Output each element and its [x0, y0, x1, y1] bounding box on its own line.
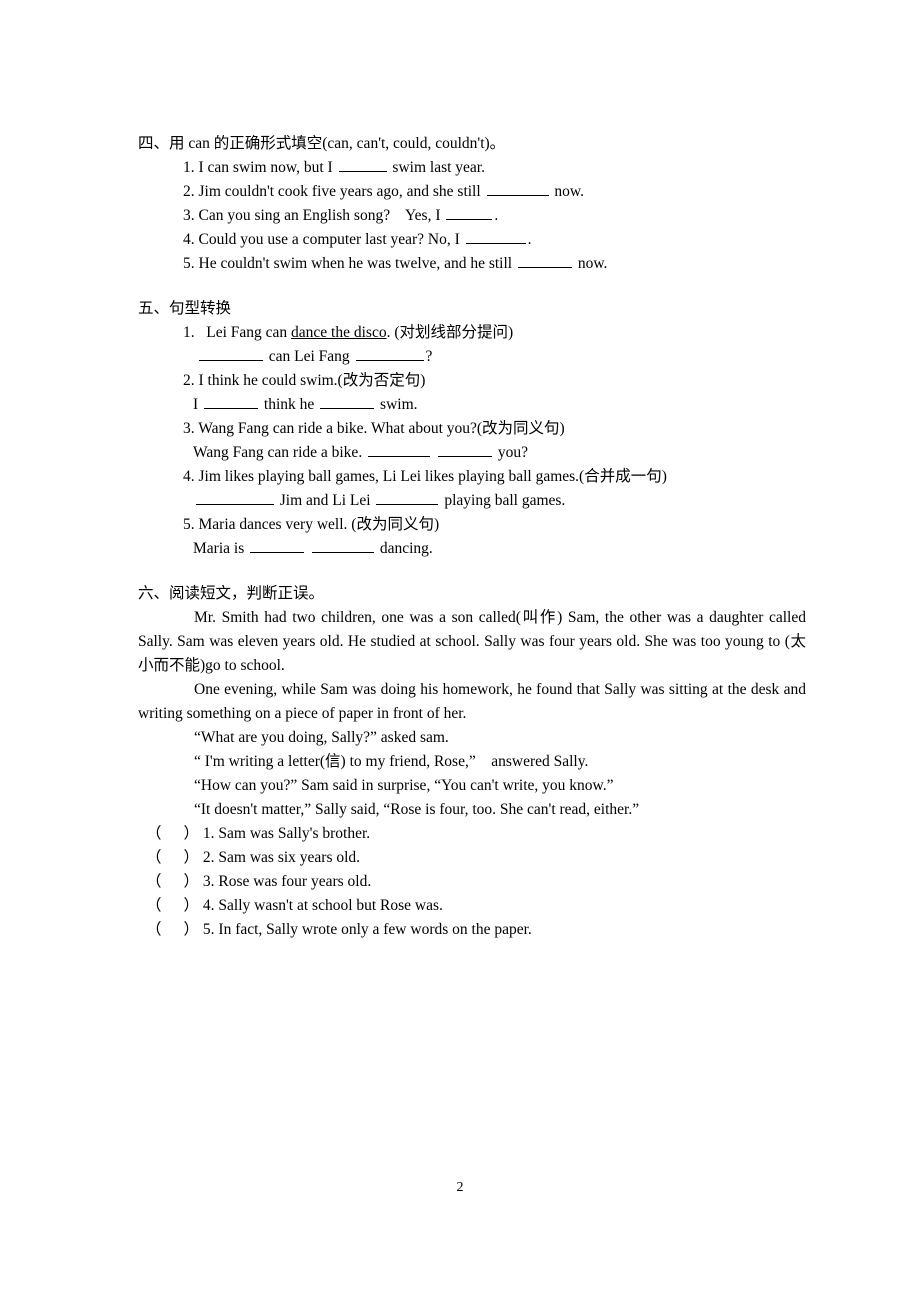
item-text-mid — [432, 444, 436, 461]
true-false-text: 2. Sam was six years old. — [202, 849, 361, 866]
item-text-pre: 3. Can you sing an English song? Yes, I — [183, 207, 445, 224]
reading-quote-1: “What are you doing, Sally?” asked sam. — [194, 729, 449, 746]
answer-blank[interactable] — [486, 181, 549, 196]
true-false-text: 4. Sally wasn't at school but Rose was. — [202, 897, 443, 914]
underlined-phrase: dance the disco — [291, 324, 387, 341]
true-false-row: （ ） 3. Rose was four years old. — [138, 870, 806, 894]
item-text-pre: I — [193, 396, 203, 413]
document-content: 四、用 can 的正确形式填空(can, can't, could, could… — [138, 132, 806, 942]
section-five-item-4-line2: Jim and Li Lei playing ball games. — [138, 489, 806, 513]
answer-blank[interactable] — [320, 394, 375, 409]
answer-paren-open[interactable]: （ — [146, 846, 162, 870]
worksheet-page: 四、用 can 的正确形式填空(can, can't, could, could… — [0, 0, 920, 1302]
answer-blank[interactable] — [195, 490, 274, 505]
answer-paren-open[interactable]: （ — [146, 822, 162, 846]
section-four-item-2: 2. Jim couldn't cook five years ago, and… — [138, 180, 806, 204]
section-four-item-5: 5. He couldn't swim when he was twelve, … — [138, 252, 806, 276]
true-false-row: （ ） 2. Sam was six years old. — [138, 846, 806, 870]
section-five-item-4-line1: 4. Jim likes playing ball games, Li Lei … — [183, 468, 667, 485]
reading-paragraph-2: One evening, while Sam was doing his hom… — [138, 681, 806, 722]
answer-blank[interactable] — [204, 394, 259, 409]
answer-blank[interactable] — [311, 538, 374, 553]
item-text-post: swim. — [376, 396, 418, 413]
true-false-row: （ ） 4. Sally wasn't at school but Rose wa… — [138, 894, 806, 918]
item-text-pre: 2. Jim couldn't cook five years ago, and… — [183, 183, 485, 200]
item-text-pre — [193, 348, 197, 365]
section-six: 六、阅读短文，判断正误。 Mr. Smith had two children,… — [138, 582, 806, 942]
section-four-item-1: 1. I can swim now, but I swim last year. — [138, 156, 806, 180]
answer-blank[interactable] — [198, 346, 263, 361]
answer-paren-close[interactable]: ） — [184, 846, 200, 870]
item-text-mid: think he — [260, 396, 319, 413]
section-five-heading: 五、句型转换 — [138, 300, 232, 317]
item-text-pre: 4. Could you use a computer last year? N… — [183, 231, 464, 248]
item-text-post: now. — [550, 183, 584, 200]
answer-blank[interactable] — [338, 157, 387, 172]
section-four-item-4: 4. Could you use a computer last year? N… — [138, 228, 806, 252]
item-text-post: swim last year. — [388, 159, 485, 176]
item-text-pre: Wang Fang can ride a bike. — [193, 444, 367, 461]
section-five-item-1-line1: 1. Lei Fang can dance the disco. (对划线部分提… — [138, 321, 806, 345]
item-text-post: ? — [425, 348, 433, 365]
true-false-row: （ ） 1. Sam was Sally's brother. — [138, 822, 806, 846]
item-text-mid: Jim and Li Lei — [275, 492, 375, 509]
answer-paren-close[interactable]: ） — [184, 894, 200, 918]
section-six-heading: 六、阅读短文，判断正误。 — [138, 585, 325, 602]
true-false-list: （ ） 1. Sam was Sally's brother. （ ） 2. Sam… — [138, 822, 806, 942]
item-text-post: . — [494, 207, 499, 224]
item-text-pre: Maria is — [193, 540, 249, 557]
item-text-mid — [306, 540, 310, 557]
answer-paren-close[interactable]: ） — [184, 870, 200, 894]
reading-paragraph-1: Mr. Smith had two children, one was a so… — [138, 609, 806, 674]
item-text-pre: 1. Lei Fang can — [183, 324, 292, 341]
section-four: 四、用 can 的正确形式填空(can, can't, could, could… — [138, 132, 806, 276]
answer-paren-close[interactable]: ） — [184, 822, 200, 846]
answer-blank[interactable] — [465, 229, 526, 244]
item-text-post: playing ball games. — [440, 492, 566, 509]
item-text-post: . (对划线部分提问) — [386, 324, 514, 341]
section-five-item-3-line2: Wang Fang can ride a bike. you? — [138, 441, 806, 465]
section-five-item-3-line1: 3. Wang Fang can ride a bike. What about… — [183, 420, 565, 437]
true-false-text: 3. Rose was four years old. — [202, 873, 372, 890]
section-four-item-3: 3. Can you sing an English song? Yes, I … — [138, 204, 806, 228]
answer-blank[interactable] — [517, 253, 572, 268]
item-text-post: . — [527, 231, 532, 248]
item-text-pre — [190, 492, 194, 509]
section-five-item-5-line2: Maria is dancing. — [138, 537, 806, 561]
item-text-mid: can Lei Fang — [264, 348, 354, 365]
section-five-item-1-line2: can Lei Fang ? — [138, 345, 806, 369]
item-text-pre: 5. He couldn't swim when he was twelve, … — [183, 255, 516, 272]
item-text-post: dancing. — [375, 540, 433, 557]
section-five-item-2-line2: I think he swim. — [138, 393, 806, 417]
answer-blank[interactable] — [437, 442, 492, 457]
true-false-text: 5. In fact, Sally wrote only a few words… — [202, 921, 532, 938]
answer-paren-open[interactable]: （ — [146, 894, 162, 918]
answer-blank[interactable] — [376, 490, 439, 505]
section-five: 五、句型转换 1. Lei Fang can dance the disco. … — [138, 297, 806, 561]
item-text-pre: 1. I can swim now, but I — [183, 159, 337, 176]
answer-paren-close[interactable]: ） — [184, 918, 200, 942]
answer-paren-open[interactable]: （ — [146, 870, 162, 894]
answer-blank[interactable] — [446, 205, 493, 220]
reading-quote-3: “How can you?” Sam said in surprise, “Yo… — [194, 777, 614, 794]
answer-paren-open[interactable]: （ — [146, 918, 162, 942]
section-five-item-5-line1: 5. Maria dances very well. (改为同义句) — [183, 516, 440, 533]
reading-quote-2: “ I'm writing a letter(信) to my friend, … — [194, 753, 589, 770]
answer-blank[interactable] — [368, 442, 431, 457]
section-five-item-2-line1: 2. I think he could swim.(改为否定句) — [183, 372, 426, 389]
section-four-heading: 四、用 can 的正确形式填空(can, can't, could, could… — [138, 135, 506, 152]
item-text-post: now. — [573, 255, 608, 272]
answer-blank[interactable] — [355, 346, 424, 361]
page-number: 2 — [456, 1180, 464, 1195]
reading-quote-4: “It doesn't matter,” Sally said, “Rose i… — [194, 801, 640, 818]
true-false-row: （ ） 5. In fact, Sally wrote only a few wo… — [138, 918, 806, 942]
answer-blank[interactable] — [250, 538, 305, 553]
item-text-post: you? — [493, 444, 528, 461]
true-false-text: 1. Sam was Sally's brother. — [202, 825, 371, 842]
